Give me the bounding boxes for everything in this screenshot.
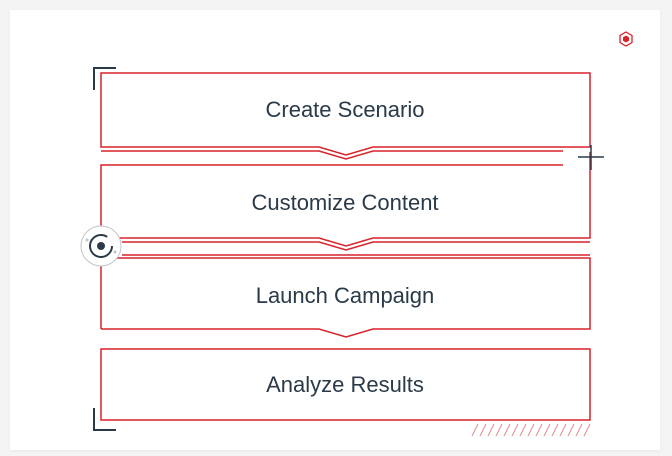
corner-bracket-icon [93,67,116,90]
step-label-create-scenario: Create Scenario [265,97,425,122]
step-label-analyze-results: Analyze Results [266,372,424,397]
hatch-pattern-icon [471,423,591,437]
plus-crosshair-icon [578,145,604,170]
target-ring-icon [80,225,122,267]
corner-bracket-icon [93,408,116,431]
hexagon-badge-icon [619,31,633,47]
step-label-customize-content: Customize Content [251,190,439,215]
step-label-launch-campaign: Launch Campaign [255,283,435,308]
